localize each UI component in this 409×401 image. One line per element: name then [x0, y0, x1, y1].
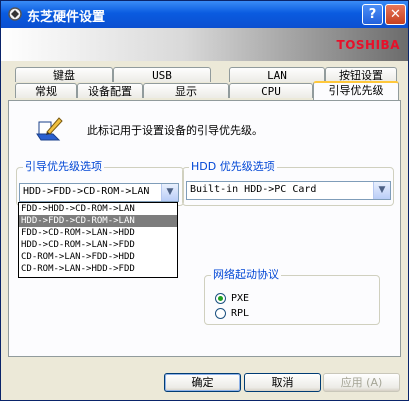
- boot-priority-select[interactable]: HDD->FDD->CD-ROM->LAN ▼: [19, 183, 179, 202]
- tab-button-settings[interactable]: 按钮设置: [325, 67, 397, 82]
- tab-boot-priority[interactable]: 引导优先级: [313, 81, 399, 100]
- boot-option[interactable]: FDD->HDD->CD-ROM->LAN: [19, 203, 177, 215]
- boot-option-highlighted[interactable]: HDD->FDD->CD-ROM->LAN: [19, 215, 177, 227]
- tab-general[interactable]: 常规: [15, 83, 77, 98]
- boot-priority-dropdown-list[interactable]: FDD->HDD->CD-ROM->LAN HDD->FDD->CD-ROM->…: [18, 202, 178, 278]
- tab-device-config[interactable]: 设备配置: [77, 83, 143, 98]
- boot-option[interactable]: FDD->CD-ROM->LAN->HDD: [19, 227, 177, 239]
- cancel-button[interactable]: 取消: [244, 373, 321, 392]
- title-bar[interactable]: 东芝硬件设置 ? ✕: [1, 1, 408, 28]
- radio-pxe-label: PXE: [231, 293, 250, 304]
- tab-lan[interactable]: LAN: [229, 67, 325, 82]
- apply-button[interactable]: 应用 (A): [323, 373, 400, 392]
- boot-option[interactable]: CD-ROM->LAN->HDD->FDD: [19, 263, 177, 275]
- radio-rpl-label: RPL: [231, 308, 250, 319]
- brand-logo: TOSHIBA: [336, 38, 400, 52]
- tab-keyboard[interactable]: 键盘: [15, 67, 113, 82]
- brand-banner: TOSHIBA: [1, 28, 408, 61]
- tab-display[interactable]: 显示: [143, 83, 229, 98]
- help-button[interactable]: ?: [362, 4, 383, 25]
- ok-button[interactable]: 确定: [164, 373, 241, 392]
- hdd-priority-legend: HDD 优先级选项: [189, 160, 277, 174]
- chevron-down-icon[interactable]: ▼: [373, 182, 390, 199]
- close-button[interactable]: ✕: [385, 4, 406, 25]
- boot-priority-value: HDD->FDD->CD-ROM->LAN: [23, 186, 150, 197]
- chevron-down-icon[interactable]: ▼: [161, 184, 178, 201]
- tab-cpu[interactable]: CPU: [229, 83, 313, 98]
- boot-option[interactable]: CD-ROM->LAN->FDD->HDD: [19, 251, 177, 263]
- hdd-priority-value: Built-in HDD->PC Card: [190, 184, 317, 195]
- boot-priority-legend: 引导优先级选项: [23, 160, 104, 174]
- window-title: 东芝硬件设置: [27, 10, 106, 25]
- hdd-priority-select[interactable]: Built-in HDD->PC Card ▼: [186, 181, 391, 200]
- toshiba-app-icon: [8, 7, 22, 21]
- network-boot-group: 网络起动协议 PXE RPL: [204, 268, 380, 325]
- settings-window: 东芝硬件设置 ? ✕ TOSHIBA 键盘 USB LAN 按钮设置 常规 设备…: [0, 0, 409, 401]
- laptop-pen-icon: [36, 117, 63, 141]
- panel-description: 此标记用于设置设备的引导优先级。: [87, 124, 263, 137]
- boot-option[interactable]: HDD->CD-ROM->LAN->FDD: [19, 239, 177, 251]
- radio-rpl-dot[interactable]: [215, 308, 226, 319]
- network-boot-legend: 网络起动协议: [211, 268, 281, 282]
- tab-usb[interactable]: USB: [113, 67, 211, 82]
- radio-pxe-dot[interactable]: [215, 293, 226, 304]
